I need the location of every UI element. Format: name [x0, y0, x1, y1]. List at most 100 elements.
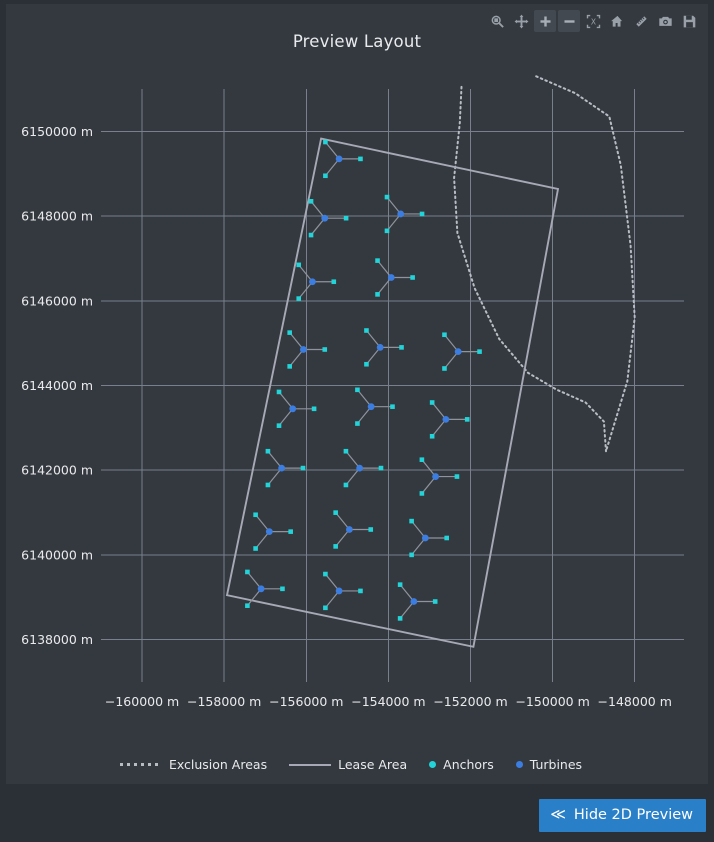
- turbine-cluster[interactable]: [375, 258, 415, 297]
- anchor-marker[interactable]: [333, 510, 338, 515]
- home-icon[interactable]: [606, 10, 628, 32]
- turbine-cluster[interactable]: [397, 582, 438, 621]
- anchor-marker[interactable]: [280, 586, 285, 592]
- anchor-marker[interactable]: [399, 345, 404, 350]
- turbine-marker[interactable]: [321, 214, 329, 222]
- turbine-marker[interactable]: [300, 346, 307, 353]
- zoom-out-icon[interactable]: [558, 10, 580, 32]
- anchor-marker[interactable]: [355, 421, 360, 426]
- anchor-marker[interactable]: [464, 417, 470, 422]
- turbine-marker[interactable]: [265, 528, 273, 536]
- anchor-marker[interactable]: [323, 139, 328, 145]
- turbine-cluster[interactable]: [419, 457, 460, 496]
- anchor-marker[interactable]: [322, 347, 328, 352]
- layout-plot[interactable]: 6138000 m 6140000 m 6142000 m 6144000 m 6146…: [6, 4, 708, 714]
- anchor-marker[interactable]: [245, 603, 250, 608]
- anchor-marker[interactable]: [364, 361, 369, 367]
- anchor-marker[interactable]: [397, 582, 403, 587]
- turbine-cluster[interactable]: [429, 400, 470, 439]
- turbine-cluster[interactable]: [296, 262, 337, 301]
- legend-item[interactable]: Turbines: [515, 757, 582, 772]
- turbine-marker[interactable]: [278, 464, 286, 472]
- anchor-marker[interactable]: [323, 571, 328, 577]
- turbine-marker[interactable]: [367, 403, 375, 411]
- anchor-marker[interactable]: [343, 215, 349, 221]
- anchor-marker[interactable]: [331, 279, 337, 285]
- pan-icon[interactable]: [510, 10, 532, 32]
- turbine-cluster[interactable]: [308, 199, 349, 238]
- anchor-marker[interactable]: [384, 228, 390, 234]
- anchor-marker[interactable]: [265, 482, 271, 488]
- turbine-marker[interactable]: [345, 526, 353, 533]
- anchor-marker[interactable]: [300, 465, 306, 471]
- turbine-cluster[interactable]: [276, 389, 317, 428]
- turbine-marker[interactable]: [397, 210, 405, 218]
- anchor-marker[interactable]: [311, 406, 317, 412]
- anchor-marker[interactable]: [429, 433, 435, 439]
- anchor-marker[interactable]: [276, 423, 282, 428]
- turbine-cluster[interactable]: [409, 518, 449, 558]
- turbine-cluster[interactable]: [364, 328, 404, 367]
- camera-icon[interactable]: [654, 10, 676, 32]
- turbine-cluster[interactable]: [253, 512, 293, 551]
- anchor-marker[interactable]: [253, 546, 258, 551]
- anchor-marker[interactable]: [253, 512, 258, 518]
- turbine-cluster[interactable]: [343, 448, 384, 488]
- anchor-marker[interactable]: [409, 552, 414, 558]
- save-icon[interactable]: [678, 10, 700, 32]
- turbine-marker[interactable]: [387, 274, 395, 281]
- turbine-marker[interactable]: [335, 155, 343, 163]
- anchor-marker[interactable]: [390, 404, 395, 409]
- anchor-marker[interactable]: [375, 292, 380, 297]
- legend-item[interactable]: Exclusion Areas: [119, 757, 267, 772]
- fit-extent-icon[interactable]: X: [582, 10, 604, 32]
- turbine-cluster[interactable]: [265, 448, 306, 488]
- anchor-marker[interactable]: [432, 599, 438, 604]
- anchor-marker[interactable]: [378, 465, 384, 471]
- anchor-marker[interactable]: [444, 535, 449, 541]
- measure-icon[interactable]: [630, 10, 652, 32]
- turbine-marker[interactable]: [410, 598, 418, 605]
- anchor-marker[interactable]: [442, 366, 447, 371]
- anchor-marker[interactable]: [364, 328, 369, 333]
- anchor-marker[interactable]: [419, 457, 425, 462]
- anchor-marker[interactable]: [245, 569, 250, 575]
- anchor-marker[interactable]: [410, 275, 415, 280]
- turbine-marker[interactable]: [454, 348, 462, 356]
- turbine-marker[interactable]: [257, 585, 265, 593]
- anchor-marker[interactable]: [355, 387, 360, 393]
- anchor-marker[interactable]: [323, 173, 328, 179]
- anchor-marker[interactable]: [368, 527, 374, 532]
- anchor-marker[interactable]: [429, 400, 435, 405]
- turbine-marker[interactable]: [356, 464, 364, 472]
- anchor-marker[interactable]: [288, 529, 293, 534]
- legend-item[interactable]: Anchors: [429, 757, 494, 772]
- anchor-marker[interactable]: [477, 349, 482, 354]
- anchor-marker[interactable]: [265, 448, 271, 454]
- anchor-marker[interactable]: [333, 544, 338, 549]
- anchor-marker[interactable]: [358, 588, 363, 594]
- anchor-marker[interactable]: [397, 616, 403, 621]
- anchor-marker[interactable]: [308, 199, 314, 204]
- turbine-cluster[interactable]: [384, 194, 425, 234]
- anchor-marker[interactable]: [419, 491, 425, 496]
- anchor-marker[interactable]: [419, 211, 425, 217]
- turbine-marker[interactable]: [309, 278, 316, 286]
- turbine-marker[interactable]: [432, 473, 440, 480]
- anchor-marker[interactable]: [375, 258, 380, 263]
- turbine-marker[interactable]: [289, 405, 297, 413]
- anchor-marker[interactable]: [442, 332, 447, 338]
- turbine-cluster[interactable]: [287, 330, 328, 369]
- zoom-in-icon[interactable]: [534, 10, 556, 32]
- turbine-marker[interactable]: [335, 587, 343, 595]
- anchor-marker[interactable]: [358, 156, 363, 162]
- anchor-marker[interactable]: [287, 364, 292, 369]
- zoom-icon[interactable]: [486, 10, 508, 32]
- anchor-marker[interactable]: [454, 474, 460, 479]
- turbine-cluster[interactable]: [333, 510, 374, 549]
- anchor-marker[interactable]: [287, 330, 292, 335]
- anchor-marker[interactable]: [296, 296, 302, 301]
- turbine-cluster[interactable]: [442, 332, 482, 371]
- anchor-marker[interactable]: [296, 262, 302, 268]
- anchor-marker[interactable]: [343, 448, 349, 454]
